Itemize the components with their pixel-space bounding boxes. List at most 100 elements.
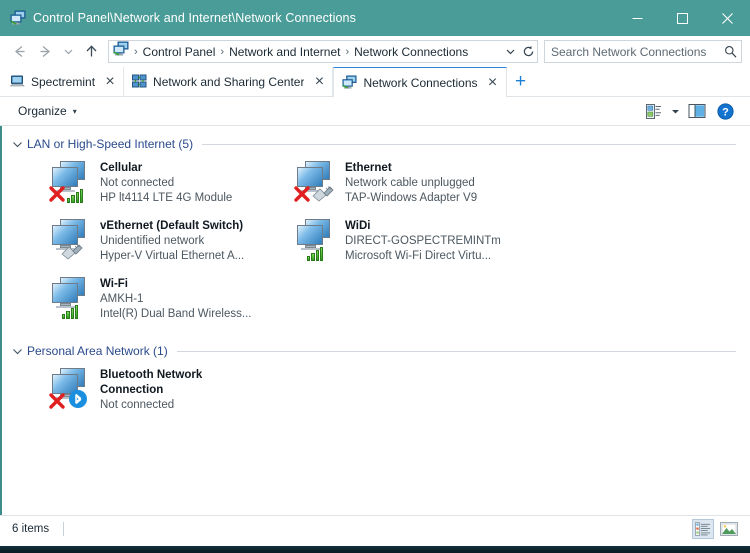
up-button[interactable] [78,39,104,65]
bluetooth-icon [69,390,87,408]
connection-device: HP lt4114 LTE 4G Module [100,192,233,204]
connection-icon [48,217,100,267]
connection-name: Wi-Fi [100,278,128,290]
item-count-label: 6 items [12,522,50,535]
signal-bars-icon [62,302,82,319]
connection-status: AMKH-1 [100,293,144,305]
breadcrumb-item-control-panel[interactable]: Control Panel [141,45,218,59]
breadcrumb-separator[interactable]: › [131,46,141,58]
connection-name: Bluetooth Network Connection [100,369,203,396]
connection-icon [48,159,100,209]
network-sharing-icon [132,74,147,89]
group-items-lan: Cellular Not connected HP lt4114 LTE 4G … [2,155,750,333]
forward-button[interactable] [32,39,58,65]
breadcrumb-separator[interactable]: › [342,46,352,58]
explorer-window: Control Panel\Network and Internet\Netwo… [0,0,750,546]
breadcrumb-item-network-connections[interactable]: Network Connections [352,45,470,59]
organize-label: Organize [18,104,67,118]
svg-text:?: ? [722,106,729,118]
connection-device: Hyper-V Virtual Ethernet A... [100,250,245,262]
breadcrumb-item-network-and-internet[interactable]: Network and Internet [227,45,342,59]
command-bar: Organize ▾ ? [0,97,750,126]
chevron-down-icon: ▾ [72,106,77,116]
title-bar[interactable]: Control Panel\Network and Internet\Netwo… [0,0,750,36]
organize-button[interactable]: Organize ▾ [18,104,77,118]
search-icon[interactable] [719,41,741,62]
status-bar: 6 items [0,515,750,541]
connection-icon [293,217,345,267]
connection-device: Microsoft Wi-Fi Direct Virtu... [345,250,492,262]
desktop-background [0,546,750,553]
breadcrumb-root-icon [113,41,129,62]
connection-name: vEthernet (Default Switch) [100,220,244,232]
tab-label: Network Connections [363,75,478,90]
tab-label: Network and Sharing Center [153,74,305,89]
connections-list: LAN or High-Speed Internet (5) Cellular … [0,126,750,515]
connection-item-cellular[interactable]: Cellular Not connected HP lt4114 LTE 4G … [48,159,293,217]
close-icon[interactable]: × [486,74,500,91]
group-items-pan: Bluetooth Network Connection Not connect… [2,362,750,424]
tab-network-connections[interactable]: Network Connections × [333,67,507,97]
large-icons-view-button[interactable] [718,519,740,539]
connection-icon [293,159,345,209]
recent-locations-button[interactable] [58,39,78,65]
group-header-pan[interactable]: Personal Area Network (1) [2,340,750,362]
connection-item-vethernet[interactable]: vEthernet (Default Switch) Unidentified … [48,217,293,275]
connection-status: Not connected [100,177,175,189]
maximize-button[interactable] [660,0,705,36]
minimize-button[interactable] [615,0,660,36]
connection-status: Not connected [100,399,175,411]
breadcrumb-bar[interactable]: › Control Panel › Network and Internet ›… [108,40,538,63]
tab-label: Spectremint [31,74,96,89]
connection-name: Cellular [100,162,143,174]
connection-status: DIRECT-GOSPECTREMINTm [345,235,501,247]
connection-device: TAP-Windows Adapter V9 [345,192,478,204]
connection-item-bluetooth[interactable]: Bluetooth Network Connection Not connect… [48,366,293,424]
search-input[interactable] [545,43,719,60]
refresh-icon[interactable] [519,41,537,62]
new-tab-button[interactable]: + [507,67,535,96]
group-divider [202,143,736,145]
connection-device: Intel(R) Dual Band Wireless... [100,308,252,320]
tab-strip: Spectremint × Network and Sharing Center… [0,67,750,97]
connection-item-widi[interactable]: WiDi DIRECT-GOSPECTREMINTm Microsoft Wi-… [293,217,538,275]
tab-network-and-sharing-center[interactable]: Network and Sharing Center × [124,67,334,96]
network-connections-icon [10,10,26,26]
signal-bars-icon [307,244,327,261]
close-button[interactable] [705,0,750,36]
group-title: LAN or High-Speed Internet (5) [27,137,194,151]
network-cable-icon [312,186,334,202]
connection-name: WiDi [345,220,371,232]
details-view-button[interactable] [692,518,714,539]
red-x-icon [49,186,65,202]
group-header-lan[interactable]: LAN or High-Speed Internet (5) [2,133,750,155]
view-options-button[interactable] [640,99,666,123]
address-bar: › Control Panel › Network and Internet ›… [0,36,750,67]
window-controls [615,0,750,36]
help-button[interactable]: ? [712,99,738,123]
preview-pane-button[interactable] [684,99,710,123]
connection-icon [48,275,100,325]
group-divider [176,350,736,352]
chevron-down-icon[interactable] [9,343,25,359]
close-icon[interactable]: × [312,73,326,90]
red-x-icon [294,186,310,202]
tab-spectremint[interactable]: Spectremint × [2,67,125,96]
computer-icon [10,74,25,89]
connection-status: Network cable unplugged [345,177,475,189]
connection-item-wifi[interactable]: Wi-Fi AMKH-1 Intel(R) Dual Band Wireless… [48,275,293,333]
connection-status: Unidentified network [100,235,205,247]
window-title: Control Panel\Network and Internet\Netwo… [33,11,356,25]
search-box[interactable] [544,40,742,63]
connection-icon [48,366,100,416]
connection-name: Ethernet [345,162,392,174]
back-button[interactable] [6,39,32,65]
breadcrumb-separator[interactable]: › [217,46,227,58]
close-icon[interactable]: × [103,73,117,90]
connection-item-ethernet[interactable]: Ethernet Network cable unplugged TAP-Win… [293,159,538,217]
view-options-caret[interactable] [668,99,682,123]
chevron-down-icon[interactable] [9,136,25,152]
network-cable-icon [61,244,83,260]
chevron-down-icon[interactable] [501,41,519,62]
group-title: Personal Area Network (1) [27,344,168,358]
